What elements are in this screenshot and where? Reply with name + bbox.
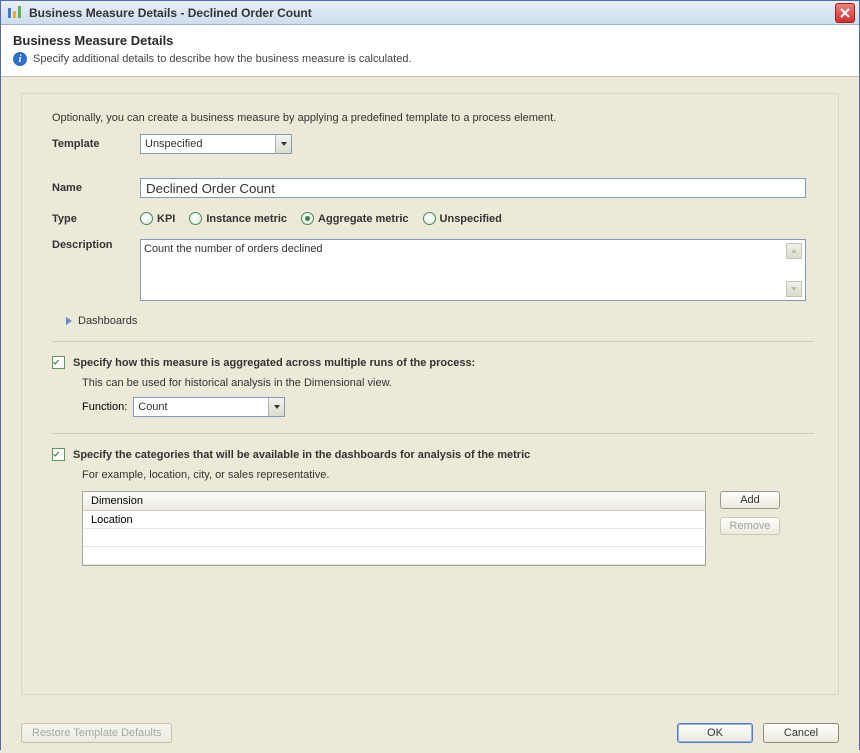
function-value: Count [138, 401, 268, 413]
chevron-down-icon[interactable] [275, 135, 291, 153]
radio-icon [301, 212, 314, 225]
radio-instance[interactable]: Instance metric [189, 212, 287, 225]
aggregate-check-row: Specify how this measure is aggregated a… [52, 356, 814, 369]
radio-icon [140, 212, 153, 225]
ok-button[interactable]: OK [677, 723, 753, 743]
radio-unspecified-label: Unspecified [440, 213, 502, 225]
dimension-table-wrap: Dimension Location Add Remove [82, 491, 814, 566]
cancel-button[interactable]: Cancel [763, 723, 839, 743]
add-button[interactable]: Add [720, 491, 780, 509]
header-panel: Business Measure Details i Specify addit… [1, 25, 859, 77]
window-title: Business Measure Details - Declined Orde… [29, 6, 835, 20]
function-label: Function: [82, 401, 127, 413]
scrollbar [786, 243, 802, 297]
dashboards-expander[interactable]: Dashboards [66, 315, 814, 327]
content-area: Optionally, you can create a business me… [1, 77, 859, 753]
title-bar: Business Measure Details - Declined Orde… [1, 1, 859, 25]
radio-kpi-label: KPI [157, 213, 175, 225]
restore-defaults-button: Restore Template Defaults [21, 723, 172, 743]
function-combo[interactable]: Count [133, 397, 285, 417]
template-label: Template [52, 138, 140, 150]
template-row: Template Unspecified [52, 134, 814, 154]
page-subtitle-row: i Specify additional details to describe… [13, 52, 847, 66]
table-row[interactable]: Location [83, 511, 705, 529]
info-icon: i [13, 52, 27, 66]
categories-desc: For example, location, city, or sales re… [82, 469, 814, 481]
table-button-group: Add Remove [720, 491, 780, 535]
bottom-bar: Restore Template Defaults OK Cancel [21, 723, 839, 743]
radio-kpi[interactable]: KPI [140, 212, 175, 225]
categories-check-row: Specify the categories that will be avai… [52, 448, 814, 461]
description-textarea[interactable]: Count the number of orders declined [140, 239, 806, 301]
radio-unspecified[interactable]: Unspecified [423, 212, 502, 225]
separator [52, 433, 814, 434]
categories-checkbox[interactable] [52, 448, 65, 461]
categories-subblock: For example, location, city, or sales re… [82, 469, 814, 481]
description-value: Count the number of orders declined [144, 243, 786, 297]
aggregate-subblock: This can be used for historical analysis… [82, 377, 814, 417]
function-row: Function: Count [82, 397, 814, 417]
close-button[interactable] [835, 3, 855, 23]
aggregate-desc: This can be used for historical analysis… [82, 377, 814, 389]
aggregate-check-label: Specify how this measure is aggregated a… [73, 357, 475, 369]
radio-aggregate[interactable]: Aggregate metric [301, 212, 408, 225]
scroll-down-icon[interactable] [786, 281, 802, 297]
page-title: Business Measure Details [13, 33, 847, 48]
form-panel: Optionally, you can create a business me… [21, 93, 839, 695]
table-row[interactable] [83, 529, 705, 547]
categories-check-label: Specify the categories that will be avai… [73, 449, 530, 461]
description-row: Description Count the number of orders d… [52, 239, 814, 301]
radio-icon [189, 212, 202, 225]
remove-button: Remove [720, 517, 780, 535]
table-row[interactable] [83, 547, 705, 565]
chevron-down-icon[interactable] [268, 398, 284, 416]
dimension-table[interactable]: Dimension Location [82, 491, 706, 566]
dimension-header: Dimension [83, 492, 705, 511]
radio-aggregate-label: Aggregate metric [318, 213, 408, 225]
type-radio-group: KPI Instance metric Aggregate metric Uns… [140, 212, 502, 225]
aggregate-checkbox[interactable] [52, 356, 65, 369]
type-row: Type KPI Instance metric Aggregate metri… [52, 212, 814, 225]
radio-instance-label: Instance metric [206, 213, 287, 225]
page-subtitle: Specify additional details to describe h… [33, 53, 412, 65]
type-label: Type [52, 213, 140, 225]
radio-icon [423, 212, 436, 225]
template-combo[interactable]: Unspecified [140, 134, 292, 154]
app-icon [7, 5, 23, 21]
triangle-right-icon [66, 317, 72, 325]
name-input[interactable] [140, 178, 806, 198]
scroll-up-icon[interactable] [786, 243, 802, 259]
template-value: Unspecified [145, 138, 275, 150]
separator [52, 341, 814, 342]
name-label: Name [52, 182, 140, 194]
right-button-group: OK Cancel [677, 723, 839, 743]
name-row: Name [52, 178, 814, 198]
intro-text: Optionally, you can create a business me… [52, 112, 814, 124]
dashboards-label: Dashboards [78, 315, 137, 327]
description-label: Description [52, 239, 140, 251]
